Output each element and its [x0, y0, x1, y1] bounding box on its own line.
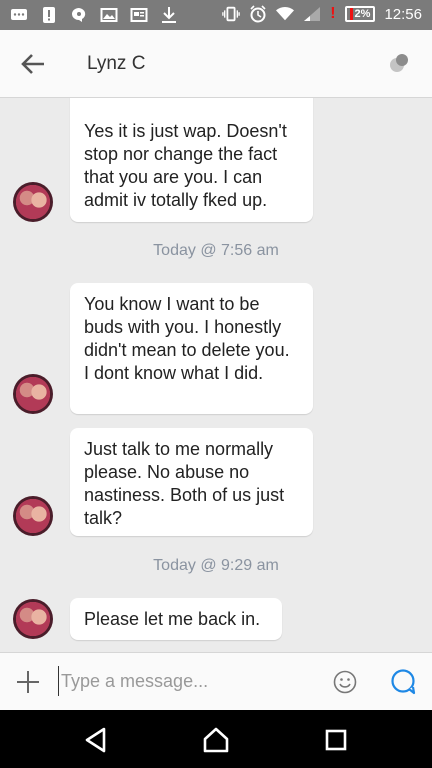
battery-warning-icon: !: [330, 5, 336, 22]
cell-signal-icon: [303, 5, 321, 23]
download-notification-icon: [160, 6, 178, 24]
nav-home-button[interactable]: [202, 726, 230, 754]
message-composer: [0, 652, 432, 711]
nav-back-button[interactable]: [82, 726, 110, 754]
contact-name: Lynz C: [87, 53, 146, 74]
contact-avatar: [13, 599, 53, 639]
battery-indicator: 2%: [344, 6, 376, 22]
back-arrow-icon: [21, 54, 44, 74]
system-navigation-bar: [0, 710, 432, 768]
contact-avatar: [13, 374, 53, 414]
conversation-header: Lynz C: [0, 30, 432, 98]
wifi-icon: [276, 5, 295, 23]
nav-recents-button[interactable]: [322, 726, 350, 754]
contact-avatar: [13, 496, 53, 536]
message-bubble[interactable]: Please let me back in.: [70, 598, 282, 640]
contact-info-button[interactable]: [388, 52, 410, 74]
emoji-button[interactable]: [333, 670, 357, 694]
alarm-icon: [249, 5, 267, 23]
status-bar: ! 2% 12:56: [0, 0, 432, 30]
alert-notification-icon: [40, 6, 58, 24]
send-button[interactable]: [390, 669, 416, 695]
square-recents-icon: [325, 729, 347, 751]
chat-notification-icon: [70, 6, 88, 24]
message-list[interactable]: Yes it is just wap. Doesn't stop nor cha…: [0, 98, 432, 652]
messages-notification-icon: [10, 6, 28, 24]
vibrate-icon: [222, 5, 240, 23]
back-button[interactable]: [18, 50, 48, 78]
attach-button[interactable]: [16, 670, 40, 694]
battery-level-fill: [349, 8, 353, 20]
clock: 12:56: [384, 5, 422, 23]
message-timestamp: Today @ 9:29 am: [153, 557, 279, 574]
message-timestamp: Today @ 7:56 am: [153, 242, 279, 259]
contact-avatar: [13, 182, 53, 222]
smiley-icon: [333, 670, 357, 694]
message-bubble[interactable]: Just talk to me normally please. No abus…: [70, 428, 313, 536]
home-icon: [203, 727, 229, 753]
message-input[interactable]: [58, 666, 323, 696]
plus-icon: [17, 671, 39, 693]
message-bubble[interactable]: Yes it is just wap. Doesn't stop nor cha…: [70, 98, 313, 222]
contact-avatar-icon: [390, 54, 408, 72]
message-bubble[interactable]: You know I want to be buds with you. I h…: [70, 283, 313, 414]
news-notification-icon: [130, 6, 148, 24]
image-notification-icon: [100, 6, 118, 24]
battery-percent: 2%: [354, 8, 371, 20]
chat-bubble-send-icon: [391, 669, 416, 695]
triangle-back-icon: [85, 727, 106, 753]
